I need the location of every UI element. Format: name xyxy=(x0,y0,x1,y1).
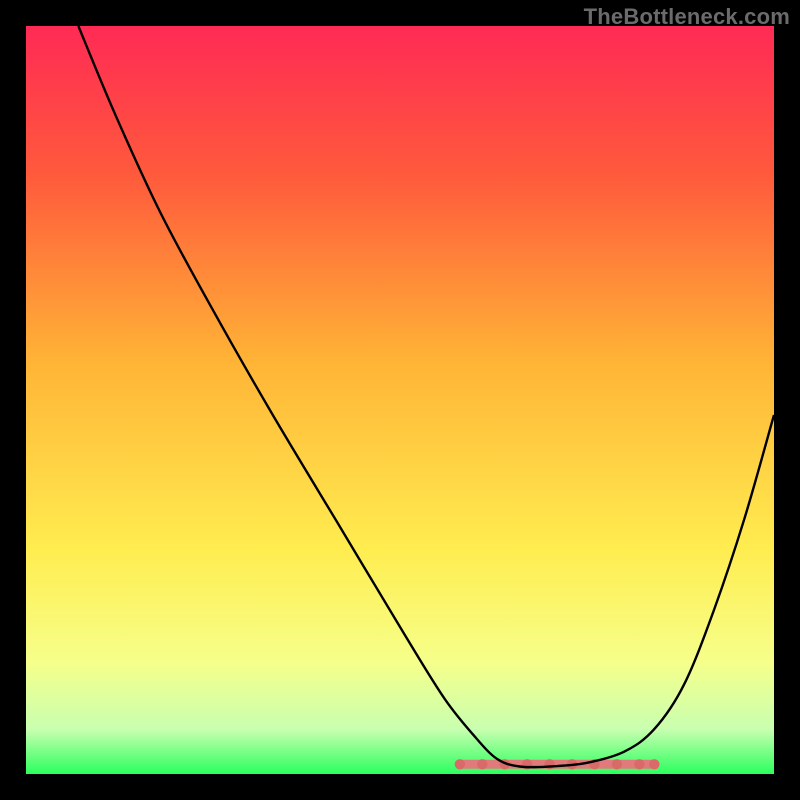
optimal-dot xyxy=(649,759,659,769)
optimal-dot xyxy=(612,759,622,769)
optimal-dot xyxy=(634,759,644,769)
optimal-dot xyxy=(544,759,554,769)
bottleneck-chart xyxy=(26,26,774,774)
watermark-text: TheBottleneck.com xyxy=(584,4,790,30)
optimal-dot xyxy=(477,759,487,769)
optimal-dot xyxy=(455,759,465,769)
gradient-background xyxy=(26,26,774,774)
chart-frame xyxy=(26,26,774,774)
